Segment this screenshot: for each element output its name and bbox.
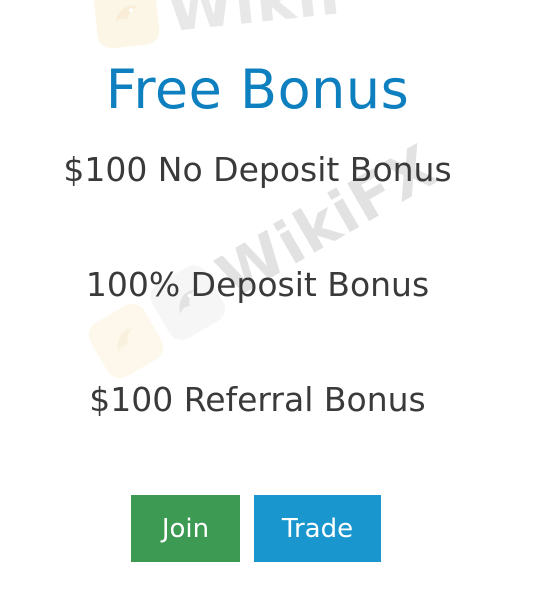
watermark-text: WikiF [163,0,364,47]
join-button[interactable]: Join [131,495,240,562]
watermark [83,298,169,384]
wikifx-logo-icon [83,298,169,384]
page-title: Free Bonus [105,58,410,121]
trade-button[interactable]: Trade [254,495,381,562]
wikifx-logo-icon [92,0,161,50]
bonus-deposit: 100% Deposit Bonus [85,265,430,304]
bonus-no-deposit: $100 No Deposit Bonus [63,150,452,189]
bonus-referral: $100 Referral Bonus [89,380,426,419]
watermark: WikiF [92,0,363,54]
